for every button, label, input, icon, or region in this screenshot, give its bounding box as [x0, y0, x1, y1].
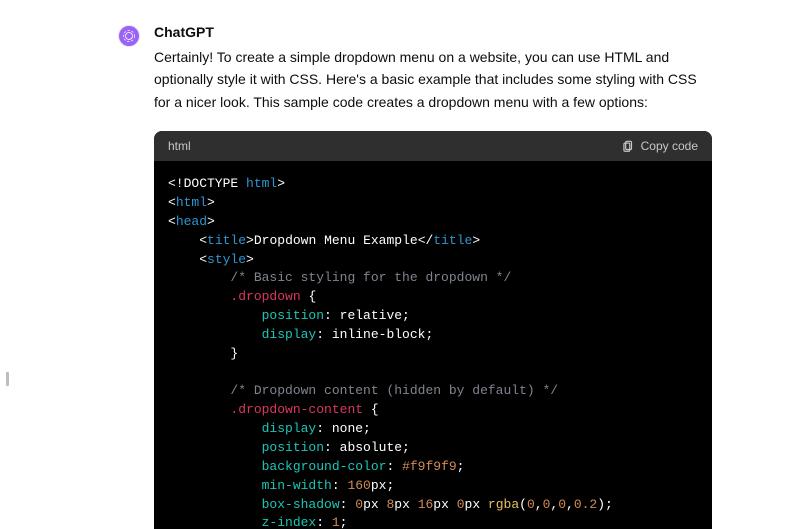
copy-code-button[interactable]: Copy code: [621, 139, 698, 153]
code-lang-label: html: [168, 139, 191, 153]
assistant-message: ChatGPT Certainly! To create a simple dr…: [118, 24, 712, 529]
assistant-text: Certainly! To create a simple dropdown m…: [154, 46, 712, 113]
code-block: html Copy code <!DOCTYPE html> <html> <h…: [154, 131, 712, 529]
assistant-name: ChatGPT: [154, 24, 712, 40]
copy-code-label: Copy code: [641, 139, 698, 153]
openai-icon: [122, 29, 136, 43]
text-cursor: [6, 372, 9, 386]
clipboard-icon: [621, 139, 635, 153]
code-header: html Copy code: [154, 131, 712, 161]
assistant-avatar: [118, 25, 140, 47]
code-content[interactable]: <!DOCTYPE html> <html> <head> <title>Dro…: [154, 161, 712, 529]
